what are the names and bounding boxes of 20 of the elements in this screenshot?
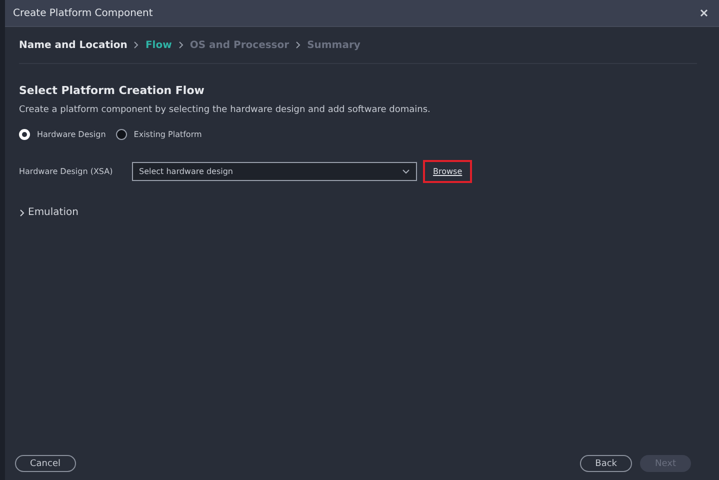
wizard-step[interactable]: Name and Location xyxy=(19,40,128,50)
cancel-button[interactable]: Cancel xyxy=(15,455,76,472)
section-description: Create a platform component by selecting the hardware design and add software domains. xyxy=(19,105,432,115)
chevron-icon xyxy=(19,208,25,216)
emulation-toggle[interactable]: Emulation xyxy=(19,207,705,218)
window-title: Create Platform Component xyxy=(13,8,153,18)
caret-icon xyxy=(402,169,410,174)
browse-link[interactable]: Browse xyxy=(423,160,472,183)
radio-option[interactable]: Existing Platform xyxy=(116,129,202,140)
hardware-design-dropdown[interactable]: Select hardware design xyxy=(132,162,417,181)
back-button[interactable]: Back xyxy=(580,455,632,472)
close-icon[interactable] xyxy=(699,8,709,18)
field-label: Hardware Design (XSA) xyxy=(19,167,114,176)
section-title: Select Platform Creation Flow xyxy=(19,84,206,97)
chevron-icon xyxy=(133,41,140,49)
radio-icon[interactable] xyxy=(116,129,127,140)
wizard-step[interactable]: Flow xyxy=(145,40,172,50)
chevron-icon xyxy=(178,41,184,49)
chevron-icon xyxy=(295,41,302,49)
radio-option[interactable]: Hardware Design xyxy=(19,129,106,140)
